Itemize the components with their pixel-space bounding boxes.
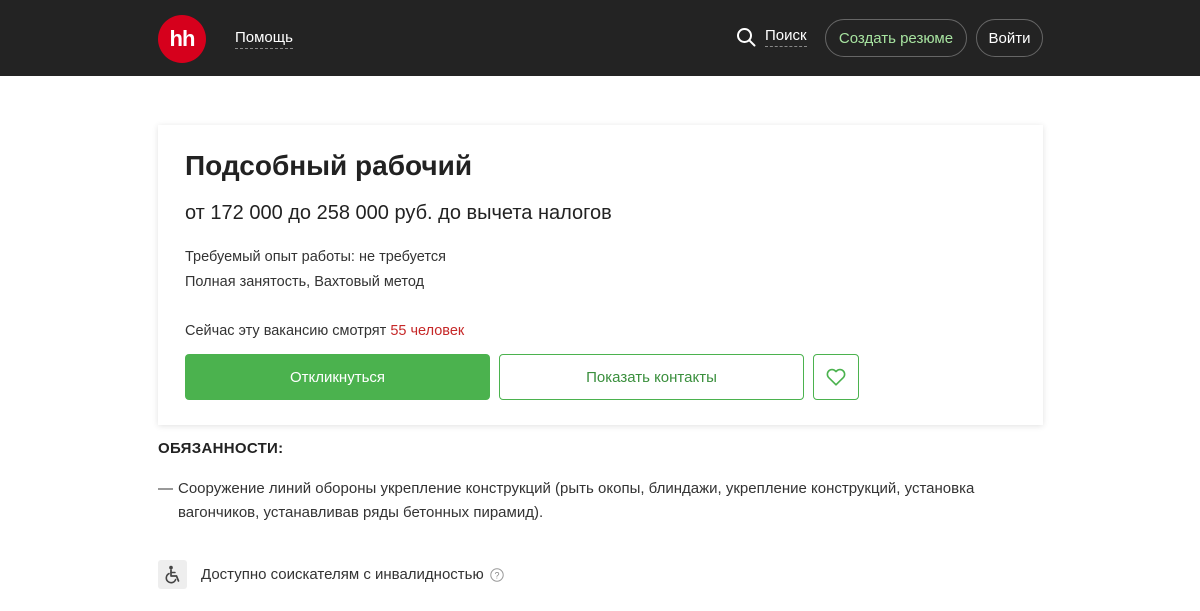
help-link[interactable]: Помощь: [235, 29, 293, 49]
search-icon: [737, 28, 756, 47]
viewers-count: 55 человек: [390, 323, 465, 339]
svg-text:?: ?: [494, 570, 499, 580]
vacancy-card: Подсобный рабочий от 172 000 до 258 000 …: [158, 125, 1043, 425]
list-dash: —: [158, 480, 173, 497]
login-button[interactable]: Войти: [976, 19, 1043, 57]
experience-requirement: Требуемый опыт работы: не требуется: [185, 249, 446, 265]
list-item: — Сооружение линий обороны укрепление ко…: [158, 477, 1018, 525]
top-bar: hh Помощь Поиск Создать резюме Войти: [0, 0, 1200, 76]
favorite-button[interactable]: [813, 354, 859, 400]
search-button[interactable]: Поиск: [736, 27, 807, 47]
employment-type: Полная занятость, Вахтовый метод: [185, 274, 425, 290]
show-contacts-button[interactable]: Показать контакты: [499, 354, 804, 400]
duty-text: Сооружение линий обороны укрепление конс…: [178, 480, 975, 521]
respond-button[interactable]: Откликнуться: [185, 354, 490, 400]
viewers-prefix: Сейчас эту вакансию смотрят: [185, 323, 391, 339]
question-icon[interactable]: ?: [490, 567, 504, 582]
accessibility-label: Доступно соискателям с инвалидностью: [201, 566, 484, 583]
accessibility-note: Доступно соискателям с инвалидностью ?: [158, 560, 504, 589]
hh-logo[interactable]: hh: [158, 15, 206, 63]
vacancy-salary: от 172 000 до 258 000 руб. до вычета нал…: [185, 202, 612, 224]
heart-icon: [826, 368, 846, 386]
wheelchair-icon: [158, 560, 187, 589]
viewers-notice: Сейчас эту вакансию смотрят 55 человек: [185, 323, 464, 339]
search-label: Поиск: [765, 27, 807, 47]
responsibilities-heading: ОБЯЗАННОСТИ:: [158, 440, 284, 457]
vacancy-title: Подсобный рабочий: [185, 150, 473, 181]
create-resume-button[interactable]: Создать резюме: [825, 19, 967, 57]
